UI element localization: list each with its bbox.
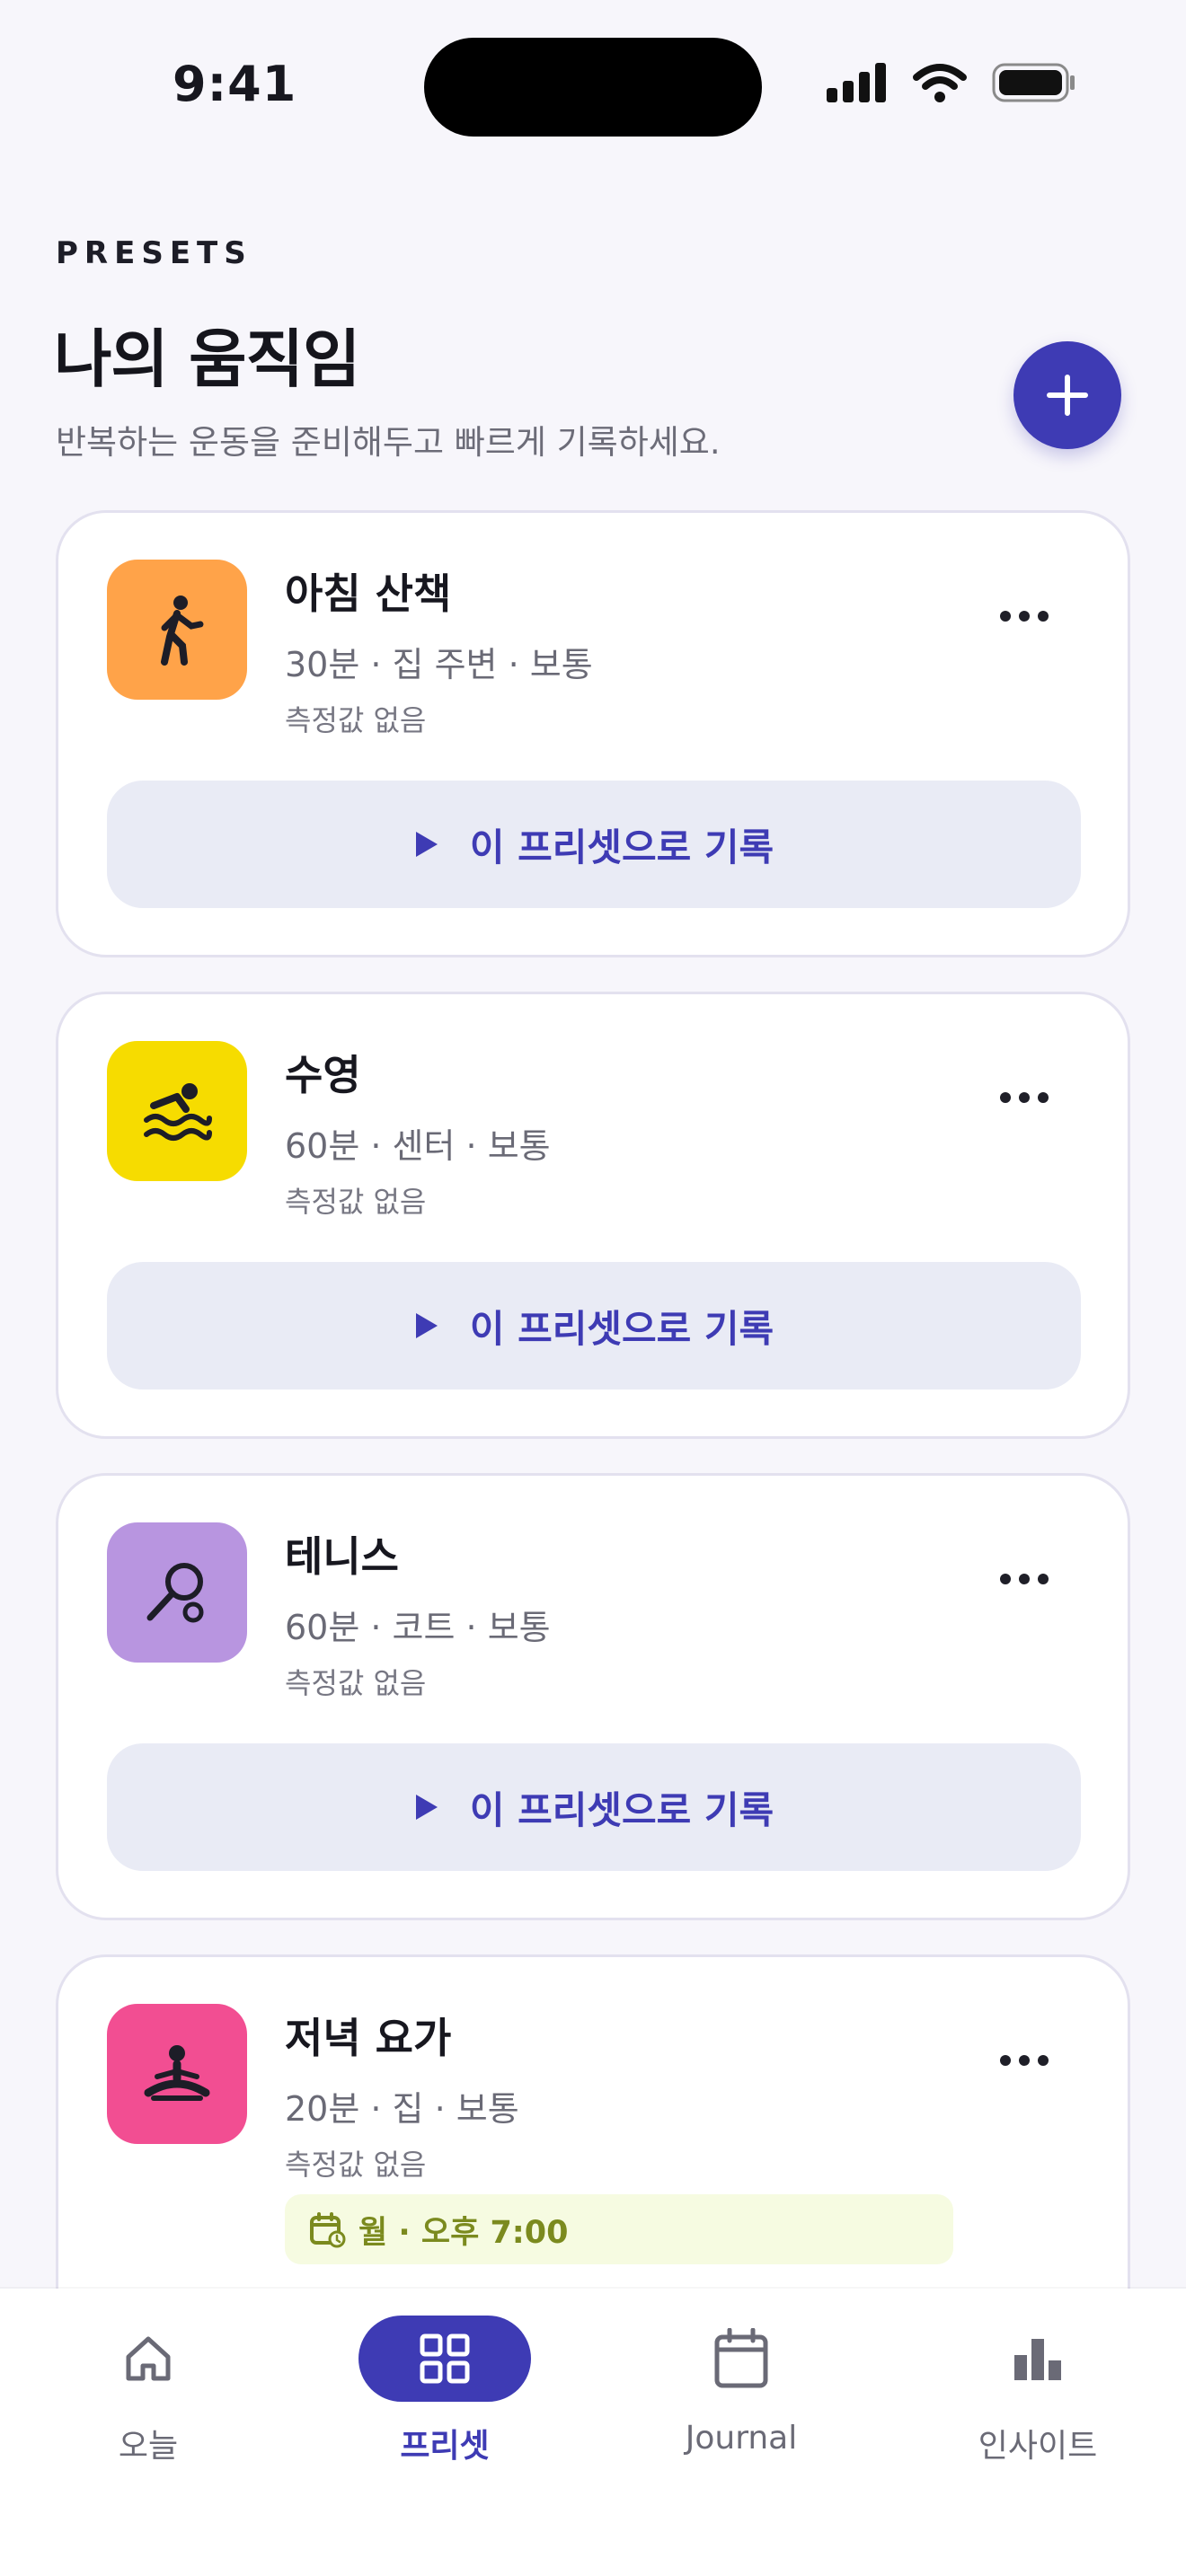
schedule-badge: 월 · 오후 7:00 [285,2194,953,2264]
tab-presets[interactable]: 프리셋 [332,2316,557,2495]
dot [1019,611,1030,622]
plus-icon [1047,375,1088,416]
dot [1019,2055,1030,2066]
preset-meta: 20분 · 집 · 보통 [285,2089,519,2129]
tennis-racket-icon [146,1563,204,1623]
more-options-button[interactable] [993,1084,1056,1111]
preset-meta: 60분 · 센터 · 보통 [285,1126,551,1166]
tab-icon-container [655,2316,828,2402]
preset-card-swimming: 수영 60분 · 센터 · 보통 측정값 없음 이 프리셋으로 기록 [56,992,1130,1439]
preset-meta: 30분 · 집 주변 · 보통 [285,645,593,684]
preset-title: 수영 [285,1051,361,1099]
tab-icon-container [951,2316,1124,2402]
bottom-tab-bar: 오늘 프리셋 Journal 인사이트 [0,2289,1186,2576]
tab-icon-container [62,2316,235,2402]
grid-icon [420,2333,470,2384]
dynamic-island [424,38,762,137]
dot [1000,1574,1011,1584]
tab-label: 인사이트 [978,2428,1098,2465]
wifi-icon [913,64,967,102]
record-with-preset-button[interactable]: 이 프리셋으로 기록 [107,1262,1081,1389]
preset-meta: 60분 · 코트 · 보통 [285,1608,551,1647]
preset-icon-tile [107,2004,247,2144]
dot [1000,1092,1011,1103]
tab-label: Journal [685,2420,798,2457]
page-title: 나의 움직임 [54,322,360,396]
more-options-button[interactable] [993,1566,1056,1592]
page-subtitle: 반복하는 운동을 준비해두고 빠르게 기록하세요. [56,423,721,462]
record-button-label: 이 프리셋으로 기록 [469,1306,774,1351]
preset-measurement: 측정값 없음 [285,2148,427,2182]
more-options-button[interactable] [993,603,1056,630]
add-preset-button[interactable] [1013,341,1121,449]
preset-icon-tile [107,1041,247,1181]
preset-measurement: 측정값 없음 [285,703,427,737]
tab-icon-container [358,2316,531,2402]
tab-insights[interactable]: 인사이트 [925,2316,1150,2495]
preset-card-morning-walk: 아침 산책 30분 · 집 주변 · 보통 측정값 없음 이 프리셋으로 기록 [56,510,1130,957]
record-with-preset-button[interactable]: 이 프리셋으로 기록 [107,1743,1081,1871]
more-options-button[interactable] [993,2047,1056,2074]
walking-person-icon [161,595,204,666]
tab-label: 오늘 [118,2428,179,2465]
play-icon [415,832,438,857]
cellular-signal-icon [827,63,886,102]
status-icons [827,63,1076,102]
preset-card-tennis: 테니스 60분 · 코트 · 보통 측정값 없음 이 프리셋으로 기록 [56,1473,1130,1920]
calendar-repeat-icon [310,2212,346,2248]
battery-icon [992,63,1075,102]
preset-measurement: 측정값 없음 [285,1666,427,1700]
dot [1038,611,1049,622]
dot [1038,1092,1049,1103]
section-eyebrow: PRESETS [56,235,252,271]
dot [1000,611,1011,622]
dot [1019,1092,1030,1103]
dot [1038,2055,1049,2066]
presets-screen: 9:41 PRESETS 나의 움직임 반복하는 운동을 준비해두고 빠르게 기… [0,0,1186,2576]
play-icon [415,1313,438,1338]
preset-title: 테니스 [285,1532,399,1581]
swimmer-icon [144,1083,212,1141]
tab-journal[interactable]: Journal [629,2316,854,2495]
preset-measurement: 측정값 없음 [285,1185,427,1219]
status-time: 9:41 [173,56,297,112]
schedule-label: 월 · 오후 7:00 [358,2214,569,2251]
meditation-icon [144,2045,210,2101]
bar-chart-icon [1014,2339,1061,2380]
record-with-preset-button[interactable]: 이 프리셋으로 기록 [107,781,1081,908]
record-button-label: 이 프리셋으로 기록 [469,825,774,869]
record-button-label: 이 프리셋으로 기록 [469,1787,774,1832]
preset-icon-tile [107,560,247,700]
dot [1019,1574,1030,1584]
tab-label: 프리셋 [400,2428,490,2465]
home-icon [126,2336,171,2381]
preset-title: 저녁 요가 [285,2014,452,2062]
dot [1000,2055,1011,2066]
dot [1038,1574,1049,1584]
calendar-icon [714,2328,768,2388]
preset-icon-tile [107,1522,247,1663]
tab-today[interactable]: 오늘 [36,2316,261,2495]
preset-title: 아침 산책 [285,569,452,618]
play-icon [415,1795,438,1820]
